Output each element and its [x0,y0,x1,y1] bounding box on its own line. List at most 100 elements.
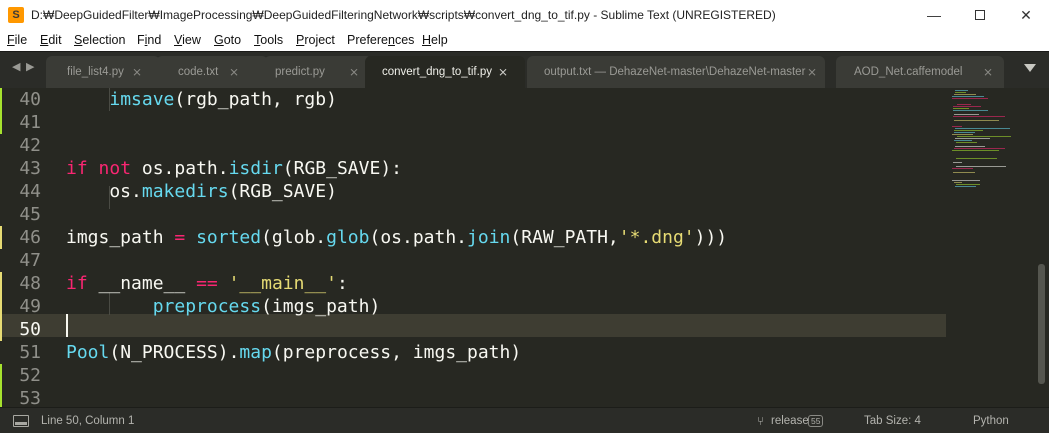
tab-close-icon[interactable]: ⨯ [132,65,142,79]
menu-find[interactable]: Find [137,33,161,47]
code-line[interactable]: preprocess(imgs_path) [66,295,381,318]
minimap-line [952,150,999,151]
code-token: '__main__' [228,273,337,294]
tab-label: predict.py [275,66,325,78]
menu-selection[interactable]: Selection [74,33,125,47]
line-number: 41 [19,112,41,133]
git-changes-badge: 55 [808,415,824,427]
tab-close-icon[interactable]: ⨯ [807,65,817,79]
code-token: if [66,273,88,294]
maximize-button[interactable] [957,0,1003,31]
menu-view[interactable]: View [174,33,201,47]
tab-size-selector[interactable]: Tab Size: 4 [864,415,921,427]
line-number: 50 [19,319,41,340]
panel-toggle-icon[interactable] [13,415,29,427]
code-token: (rgb_path, rgb) [174,89,337,110]
code-token: map [239,342,272,363]
line-number: 40 [19,89,41,110]
minimap-line [956,166,1006,167]
line-number: 47 [19,250,41,271]
minimap-line [953,162,962,163]
tab-file-list4[interactable]: file_list4.py ⨯ [46,56,160,89]
code-view[interactable]: imsave(rgb_path, rgb) if not os.path.isdi… [66,88,946,407]
tab-output-txt[interactable]: output.txt — DehazeNet-master\DehazeNet-… [527,56,825,89]
code-line[interactable]: if not os.path.isdir(RGB_SAVE): [66,157,402,180]
text-caret [66,314,68,337]
syntax-selector[interactable]: Python [973,415,1009,427]
title-bar: D:₩DeepGuidedFilter₩ImageProcessing₩Deep… [0,0,1049,31]
code-line[interactable]: os.makedirs(RGB_SAVE) [66,180,337,203]
tab-dropdown-icon[interactable] [1024,64,1036,72]
code-token: (preprocess, imgs_path) [271,342,522,363]
editor-area[interactable]: 40 41 42 43 44 45 46 47 48 49 50 51 52 53 imsave(rgb_… [0,88,1049,407]
code-line[interactable]: imsave(rgb_path, rgb) [66,88,337,111]
code-token: = [174,227,186,248]
code-token: sorted [196,227,262,248]
menu-edit[interactable]: Edit [40,33,62,47]
tab-predict-py[interactable]: predict.py ⨯ [264,56,372,89]
minimap-line [953,110,988,111]
code-token: (RAW_PATH, [510,227,619,248]
tab-scroll-right-icon[interactable]: ▶ [26,60,34,73]
menu-tools[interactable]: Tools [254,33,283,47]
code-token: os. [66,181,142,202]
minimap[interactable] [946,88,1034,407]
code-token: (RGB_SAVE) [228,181,337,202]
code-token: join [467,227,511,248]
tab-convert-dng-to-tif[interactable]: convert_dng_to_tif.py ⨯ [365,56,525,89]
git-branch-icon: ⑂ [757,414,765,428]
close-button[interactable]: ✕ [1003,0,1049,31]
code-token: if [66,158,88,179]
tab-close-icon[interactable]: ⨯ [498,65,508,79]
menu-preferences[interactable]: Preferences [347,33,414,47]
tab-close-icon[interactable]: ⨯ [983,65,993,79]
sublime-logo-icon [8,7,24,23]
tab-close-icon[interactable]: ⨯ [229,65,239,79]
minimap-line [952,126,962,127]
vertical-scrollbar[interactable] [1034,88,1049,407]
window-title: D:₩DeepGuidedFilter₩ImageProcessing₩Deep… [31,8,776,22]
maximize-icon [975,10,985,21]
minimap-line [954,140,972,141]
line-number: 48 [19,273,41,294]
code-token: (N_PROCESS). [109,342,240,363]
menu-file[interactable]: File [7,33,27,47]
tab-label: file_list4.py [67,66,124,78]
line-number: 53 [19,388,41,407]
code-token: '*.dng' [618,227,695,248]
minimap-line [955,138,990,139]
tab-scroll-left-icon[interactable]: ◀ [12,60,20,73]
tab-aod-net-caffemodel[interactable]: AOD_Net.caffemodel ⨯ [836,56,1004,89]
minimap-line [955,128,1010,129]
minimap-line [955,186,976,187]
code-token: : [336,273,348,294]
menu-project[interactable]: Project [296,33,335,47]
tab-close-icon[interactable]: ⨯ [349,65,359,79]
line-number: 44 [19,181,41,202]
code-line[interactable]: if __name__ == '__main__': [66,272,348,295]
minimap-line [954,114,979,115]
tab-code-txt[interactable]: code.txt ⨯ [156,56,268,89]
minimap-line [954,130,983,131]
code-token: (RGB_SAVE): [282,158,402,179]
minimap-line [953,116,1005,117]
minimap-line [952,168,973,169]
menu-help[interactable]: Help [422,33,448,47]
line-number: 49 [19,296,41,317]
minimap-line [954,182,962,183]
code-line[interactable]: imgs_path = sorted(glob.glob(os.path.joi… [66,226,727,249]
git-branch-name[interactable]: release [771,415,809,427]
minimap-line [956,184,980,185]
minimap-line [956,142,977,143]
code-token: isdir [228,158,283,179]
minimize-button[interactable]: — [911,0,957,31]
menu-bar: File Edit Selection Find View Goto Tools… [0,31,1049,51]
scrollbar-thumb[interactable] [1038,264,1045,384]
minimap-line [957,104,971,105]
tab-label: AOD_Net.caffemodel [854,66,963,78]
menu-goto[interactable]: Goto [214,33,241,47]
code-line[interactable]: Pool(N_PROCESS).map(preprocess, imgs_pat… [66,341,521,364]
